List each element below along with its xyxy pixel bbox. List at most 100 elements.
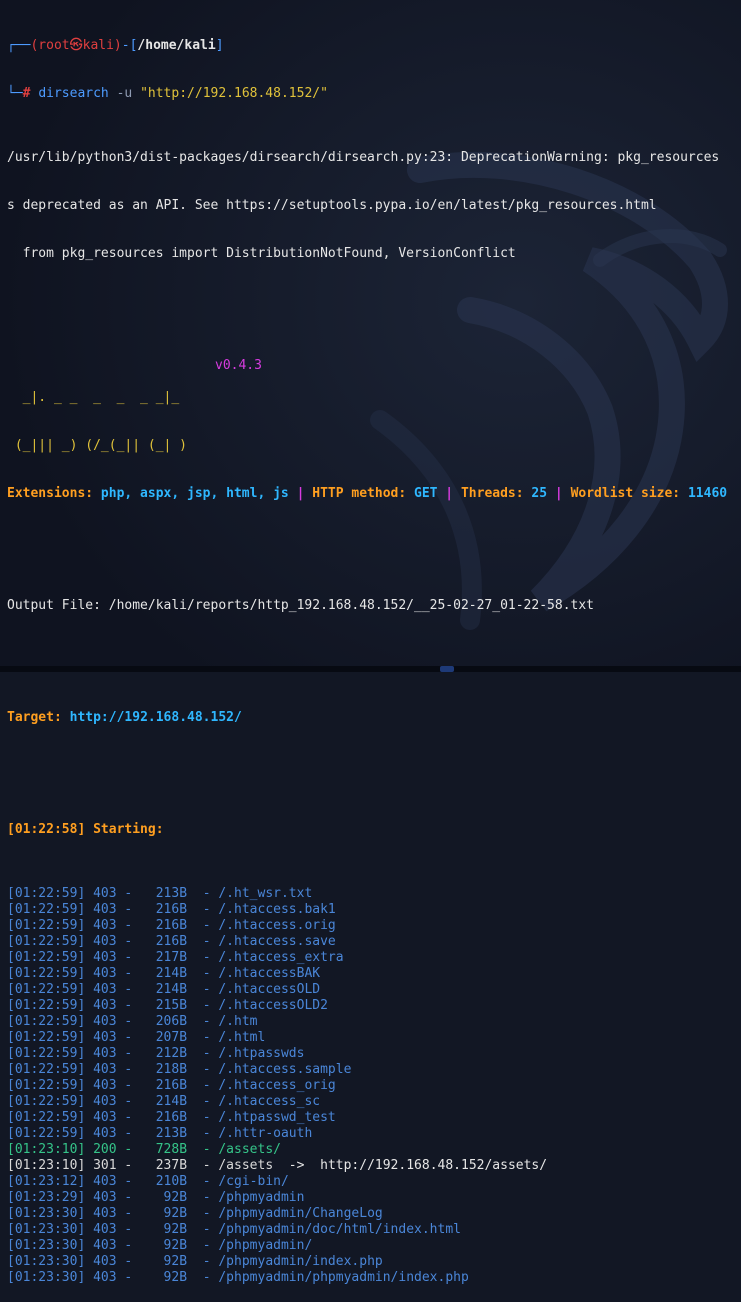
response-size: 213B [147, 1126, 188, 1141]
status-code: 403 [93, 918, 117, 933]
result-row: [01:22:59] 403 - 212B - /.htpasswds [7, 1046, 305, 1061]
target-url: http://192.168.48.152/ [69, 710, 242, 725]
redirect-target: -> http://192.168.48.152/assets/ [273, 1158, 548, 1173]
result-row: [01:22:59] 403 - 215B - /.htaccessOLD2 [7, 998, 328, 1013]
response-size: 216B [147, 1110, 188, 1125]
status-code: 403 [93, 934, 117, 949]
response-size: 92B [147, 1238, 188, 1253]
status-code: 403 [93, 1014, 117, 1029]
response-size: 213B [147, 886, 188, 901]
warning-line-1: /usr/lib/python3/dist-packages/dirsearch… [7, 150, 720, 165]
response-size: 216B [147, 1078, 188, 1093]
terminal-output: ┌──(root㉿kali)-[/home/kali] └─# dirsearc… [7, 0, 741, 1302]
result-timestamp: [01:22:59] [7, 902, 86, 917]
results-list: [01:22:59] 403 - 213B - /.ht_wsr.txt [01:… [7, 886, 741, 1286]
result-timestamp: [01:22:59] [7, 950, 86, 965]
result-row: [01:23:12] 403 - 210B - /cgi-bin/ [7, 1174, 289, 1189]
status-code: 403 [93, 886, 117, 901]
response-size: 728B [147, 1142, 188, 1157]
result-timestamp: [01:23:30] [7, 1206, 86, 1221]
starting-line: [01:22:58] Starting: [7, 822, 164, 837]
command-line: └─# dirsearch -u "http://192.168.48.152/… [7, 86, 328, 101]
result-row: [01:23:29] 403 - 92B - /phpmyadmin [7, 1190, 305, 1205]
result-row: [01:22:59] 403 - 213B - /.ht_wsr.txt [7, 886, 313, 901]
result-timestamp: [01:22:59] [7, 1046, 86, 1061]
result-row: [01:22:59] 403 - 214B - /.htaccessBAK [7, 966, 321, 981]
response-size: 92B [147, 1190, 188, 1205]
status-code: 403 [93, 1046, 117, 1061]
result-path: /.htaccess.save [218, 934, 336, 949]
response-size: 210B [147, 1174, 188, 1189]
result-timestamp: [01:22:59] [7, 1078, 86, 1093]
result-timestamp: [01:22:59] [7, 1094, 86, 1109]
result-row: [01:22:59] 403 - 213B - /.httr-oauth [7, 1126, 313, 1141]
response-size: 216B [147, 918, 188, 933]
result-path: /.htpasswds [218, 1046, 305, 1061]
status-code: 403 [93, 1062, 117, 1077]
result-timestamp: [01:22:59] [7, 998, 86, 1013]
result-path: /.htaccess_sc [218, 1094, 321, 1109]
result-row: [01:22:59] 403 - 206B - /.htm [7, 1014, 258, 1029]
result-timestamp: [01:23:29] [7, 1190, 86, 1205]
status-code: 403 [93, 1094, 117, 1109]
result-path: /.htaccessOLD [218, 982, 321, 997]
result-timestamp: [01:23:12] [7, 1174, 86, 1189]
result-path: /phpmyadmin/index.php [218, 1254, 383, 1269]
status-code: 403 [93, 1110, 117, 1125]
result-row: [01:23:10] 301 - 237B - /assets -> http:… [7, 1158, 548, 1173]
status-code: 403 [93, 902, 117, 917]
result-timestamp: [01:23:30] [7, 1270, 86, 1285]
result-timestamp: [01:22:59] [7, 1030, 86, 1045]
taskbar-item[interactable] [440, 666, 454, 672]
terminal-window: { "prompt": { "user": "(root㉿kali)", "di… [0, 0, 741, 1285]
result-row: [01:23:30] 403 - 92B - /phpmyadmin/Chang… [7, 1206, 383, 1221]
command-name: dirsearch [38, 86, 109, 101]
result-row: [01:23:10] 200 - 728B - /assets/ [7, 1142, 281, 1157]
result-row: [01:22:59] 403 - 216B - /.htaccess_orig [7, 1078, 336, 1093]
dirsearch-logo: _|. _ _ _ _ _ _|_ (_||| _) (/_(_|| (_| ) [7, 390, 188, 453]
command-url-arg: "http://192.168.48.152/" [140, 86, 328, 101]
result-path: /.htaccess.sample [218, 1062, 352, 1077]
response-size: 92B [147, 1222, 188, 1237]
result-path: /.htaccess_extra [218, 950, 344, 965]
status-code: 403 [93, 950, 117, 965]
taskbar [0, 666, 741, 672]
result-row: [01:23:30] 403 - 92B - /phpmyadmin/doc/h… [7, 1222, 461, 1237]
result-path: /phpmyadmin [218, 1190, 305, 1205]
result-timestamp: [01:23:10] [7, 1142, 86, 1157]
result-path: /.ht_wsr.txt [218, 886, 313, 901]
status-code: 403 [93, 982, 117, 997]
wordlist-size-value: 11460 [687, 486, 728, 501]
result-path: /assets/ [218, 1142, 281, 1157]
response-size: 214B [147, 1094, 188, 1109]
result-row: [01:22:59] 403 - 214B - /.htaccessOLD [7, 982, 321, 997]
status-code: 403 [93, 1238, 117, 1253]
response-size: 214B [147, 982, 188, 997]
result-path: /.htpasswd_test [218, 1110, 336, 1125]
status-code: 403 [93, 1030, 117, 1045]
result-timestamp: [01:22:59] [7, 1126, 86, 1141]
dirsearch-banner: _|. _ _ _ _ _ _|_ (_||| _) (/_(_|| (_| )… [7, 358, 741, 453]
result-timestamp: [01:22:59] [7, 1014, 86, 1029]
result-row: [01:22:59] 403 - 214B - /.htaccess_sc [7, 1094, 321, 1109]
response-size: 206B [147, 1014, 188, 1029]
response-size: 215B [147, 998, 188, 1013]
response-size: 237B [147, 1158, 188, 1173]
result-path: /.httr-oauth [218, 1126, 313, 1141]
result-row: [01:23:30] 403 - 92B - /phpmyadmin/index… [7, 1254, 383, 1269]
result-timestamp: [01:22:59] [7, 1062, 86, 1077]
status-code: 403 [93, 1222, 117, 1237]
result-timestamp: [01:23:30] [7, 1254, 86, 1269]
status-code: 403 [93, 1126, 117, 1141]
result-row: [01:23:30] 403 - 92B - /phpmyadmin/ [7, 1238, 313, 1253]
status-code: 403 [93, 998, 117, 1013]
status-code: 403 [93, 1174, 117, 1189]
result-timestamp: [01:22:59] [7, 982, 86, 997]
prompt-header: ┌──(root㉿kali)-[/home/kali] [7, 38, 224, 53]
result-timestamp: [01:22:59] [7, 918, 86, 933]
warning-line-3: from pkg_resources import DistributionNo… [7, 246, 516, 261]
response-size: 92B [147, 1254, 188, 1269]
response-size: 216B [147, 902, 188, 917]
status-code: 403 [93, 966, 117, 981]
result-path: /.htaccess.bak1 [218, 902, 336, 917]
